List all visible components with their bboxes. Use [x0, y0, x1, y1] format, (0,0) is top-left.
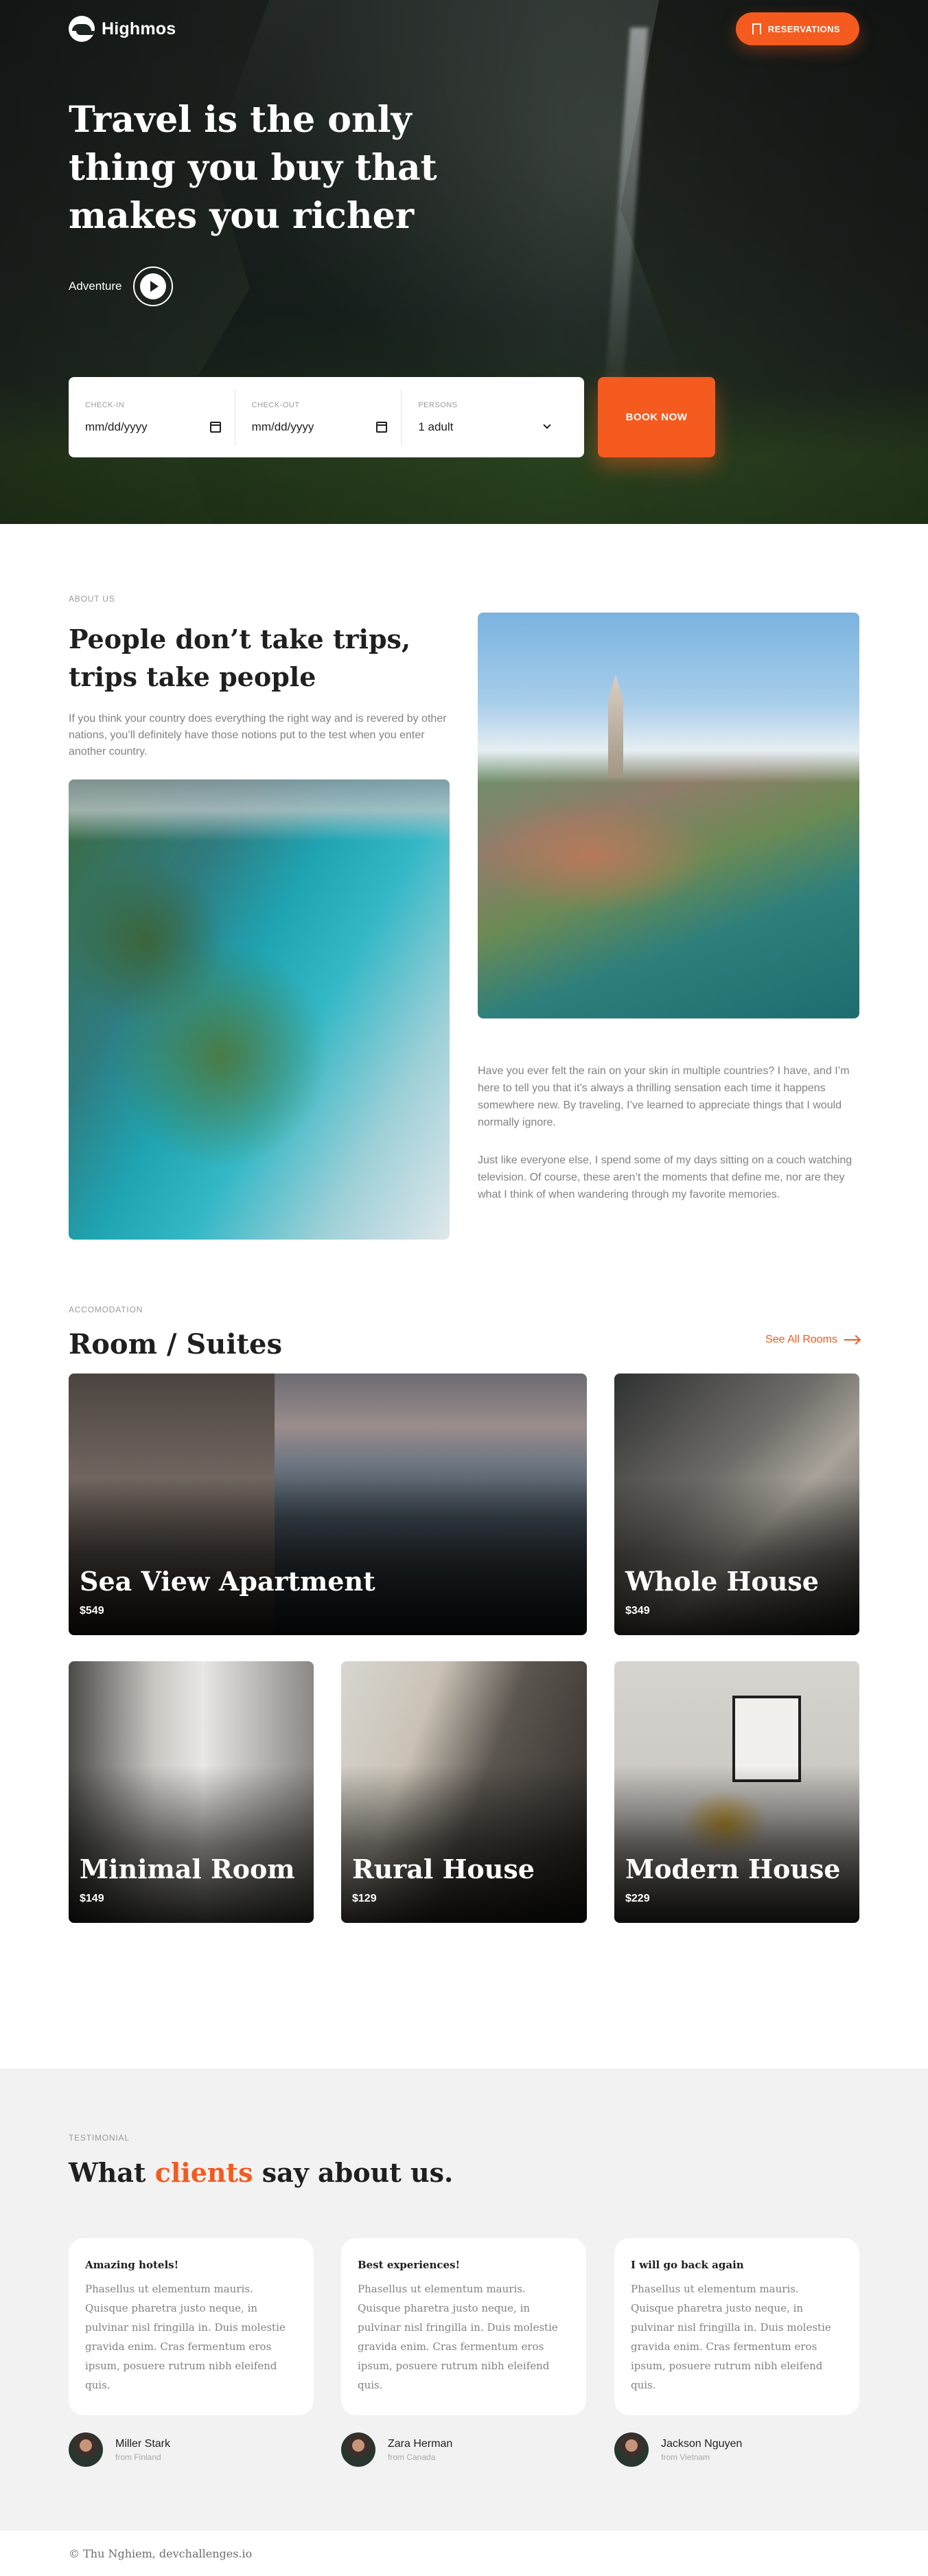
room-price: $149 [80, 1893, 104, 1904]
chevron-down-icon [543, 421, 551, 429]
title-part: What [69, 2157, 155, 2188]
footer: © Thu Nghiem, devchallenges.io [0, 2531, 928, 2576]
see-all-rooms-link[interactable]: See All Rooms [765, 1334, 859, 1346]
testimonial-card: Amazing hotels! Phasellus ut elementum m… [69, 2238, 314, 2415]
room-name: Sea View Apartment [80, 1566, 375, 1597]
top-nav: Highmos RESERVATIONS [69, 11, 859, 47]
about-paragraph-1: Have you ever felt the rain on your skin… [478, 1065, 850, 1128]
author-name: Miller Stark [115, 2437, 171, 2450]
room-price: $229 [625, 1893, 650, 1904]
reservations-button[interactable]: RESERVATIONS [735, 12, 859, 45]
testimonials-eyebrow: TESTIMONIAL [69, 2133, 130, 2143]
title-part: say about us. [253, 2157, 454, 2188]
author-from: from Canada [388, 2452, 436, 2462]
testimonial-author: Jackson Nguyen from Vietnam [614, 2432, 742, 2467]
calendar-icon[interactable] [209, 421, 221, 433]
testimonial-author: Miller Stark from Finland [69, 2432, 170, 2467]
room-price: $549 [80, 1605, 104, 1617]
see-all-rooms-label: See All Rooms [765, 1334, 837, 1345]
lake-aerial-photo [69, 779, 450, 1240]
check-in-input[interactable]: mm/dd/yyyy [85, 420, 221, 434]
rooms-section: ACCOMODATION Room / Suites See All Rooms… [0, 1277, 928, 2068]
testimonial-card: I will go back again Phasellus ut elemen… [614, 2238, 859, 2415]
check-out-value: mm/dd/yyyy [251, 420, 314, 433]
testimonial-body: Phasellus ut elementum mauris. Quisque p… [358, 2283, 558, 2391]
logo[interactable]: Highmos [69, 16, 176, 42]
room-name: Minimal Room [80, 1854, 295, 1884]
room-price: $129 [352, 1893, 377, 1904]
avatar [69, 2432, 103, 2467]
city-river-photo [478, 613, 859, 1018]
play-video-button[interactable] [132, 266, 173, 306]
footer-credit: © Thu Nghiem, devchallenges.io [69, 2546, 253, 2560]
testimonial-body: Phasellus ut elementum mauris. Quisque p… [85, 2283, 286, 2391]
persons-select[interactable]: 1 adult [418, 420, 554, 434]
play-icon [139, 273, 166, 299]
booking-fields: CHECK-IN mm/dd/yyyy CHECK-OUT mm/dd/yyyy… [69, 377, 584, 457]
room-name: Rural House [352, 1854, 535, 1884]
about-eyebrow: ABOUT US [69, 594, 115, 604]
hero-section: Highmos RESERVATIONS Travel is the only … [0, 0, 928, 524]
room-name: Whole House [625, 1566, 819, 1597]
about-title: People don’t take trips, trips take peop… [69, 624, 411, 692]
persons-label: PERSONS [418, 400, 458, 409]
testimonials-title: What clients say about us. [69, 2154, 453, 2192]
adventure-play: Adventure [69, 266, 173, 306]
booking-form: CHECK-IN mm/dd/yyyy CHECK-OUT mm/dd/yyyy… [69, 377, 715, 457]
about-paragraph-2: Just like everyone else, I spend some of… [478, 1154, 852, 1200]
arrow-right-icon [844, 1339, 859, 1341]
rooms-eyebrow: ACCOMODATION [69, 1305, 143, 1314]
persons-value: 1 adult [418, 420, 454, 433]
testimonial-title: Best experiences! [358, 2259, 461, 2271]
title-accent: clients [154, 2157, 253, 2188]
room-price: $349 [625, 1605, 650, 1617]
hero-title: Travel is the only thing you buy that ma… [69, 99, 437, 237]
testimonial-title: Amazing hotels! [85, 2259, 179, 2271]
author-name: Zara Herman [388, 2437, 453, 2450]
room-card[interactable]: Whole House $349 [614, 1374, 859, 1635]
room-card[interactable]: Rural House $129 [341, 1661, 587, 1923]
room-card[interactable]: Modern House $229 [614, 1661, 859, 1923]
avatar [614, 2432, 649, 2467]
author-info: Jackson Nguyen from Vietnam [661, 2438, 742, 2462]
book-now-button[interactable]: BOOK NOW [598, 377, 715, 457]
about-section: ABOUT US People don’t take trips, trips … [0, 524, 928, 1277]
check-out-input[interactable]: mm/dd/yyyy [252, 420, 388, 434]
testimonials-section: TESTIMONIAL What clients say about us. A… [0, 2068, 928, 2531]
about-intro: If you think your country does everythin… [69, 713, 447, 757]
testimonial-card: Best experiences! Phasellus ut elementum… [341, 2238, 586, 2415]
author-info: Miller Stark from Finland [115, 2438, 170, 2462]
reservations-label: RESERVATIONS [767, 23, 840, 34]
author-from: from Vietnam [661, 2452, 710, 2462]
check-in-label: CHECK-IN [85, 400, 125, 409]
check-out-field[interactable]: CHECK-OUT mm/dd/yyyy [234, 389, 402, 446]
calendar-icon[interactable] [376, 421, 388, 433]
author-name: Jackson Nguyen [661, 2437, 743, 2450]
room-card[interactable]: Sea View Apartment $549 [69, 1374, 587, 1635]
avatar [341, 2432, 375, 2467]
persons-field[interactable]: PERSONS 1 adult [401, 389, 568, 446]
author-from: from Finland [115, 2452, 161, 2462]
logo-text: Highmos [102, 19, 176, 38]
check-in-value: mm/dd/yyyy [85, 420, 148, 433]
room-card[interactable]: Minimal Room $149 [69, 1661, 314, 1923]
testimonial-title: I will go back again [631, 2259, 744, 2271]
logo-icon [69, 16, 95, 42]
author-info: Zara Herman from Canada [388, 2438, 452, 2462]
room-name: Modern House [625, 1854, 841, 1884]
testimonial-body: Phasellus ut elementum mauris. Quisque p… [631, 2283, 831, 2391]
testimonial-author: Zara Herman from Canada [341, 2432, 452, 2467]
check-out-label: CHECK-OUT [251, 400, 300, 409]
check-in-field[interactable]: CHECK-IN mm/dd/yyyy [85, 389, 235, 446]
rooms-title: Room / Suites [69, 1328, 282, 1360]
adventure-label: Adventure [69, 280, 122, 293]
bookmark-icon [752, 23, 761, 38]
